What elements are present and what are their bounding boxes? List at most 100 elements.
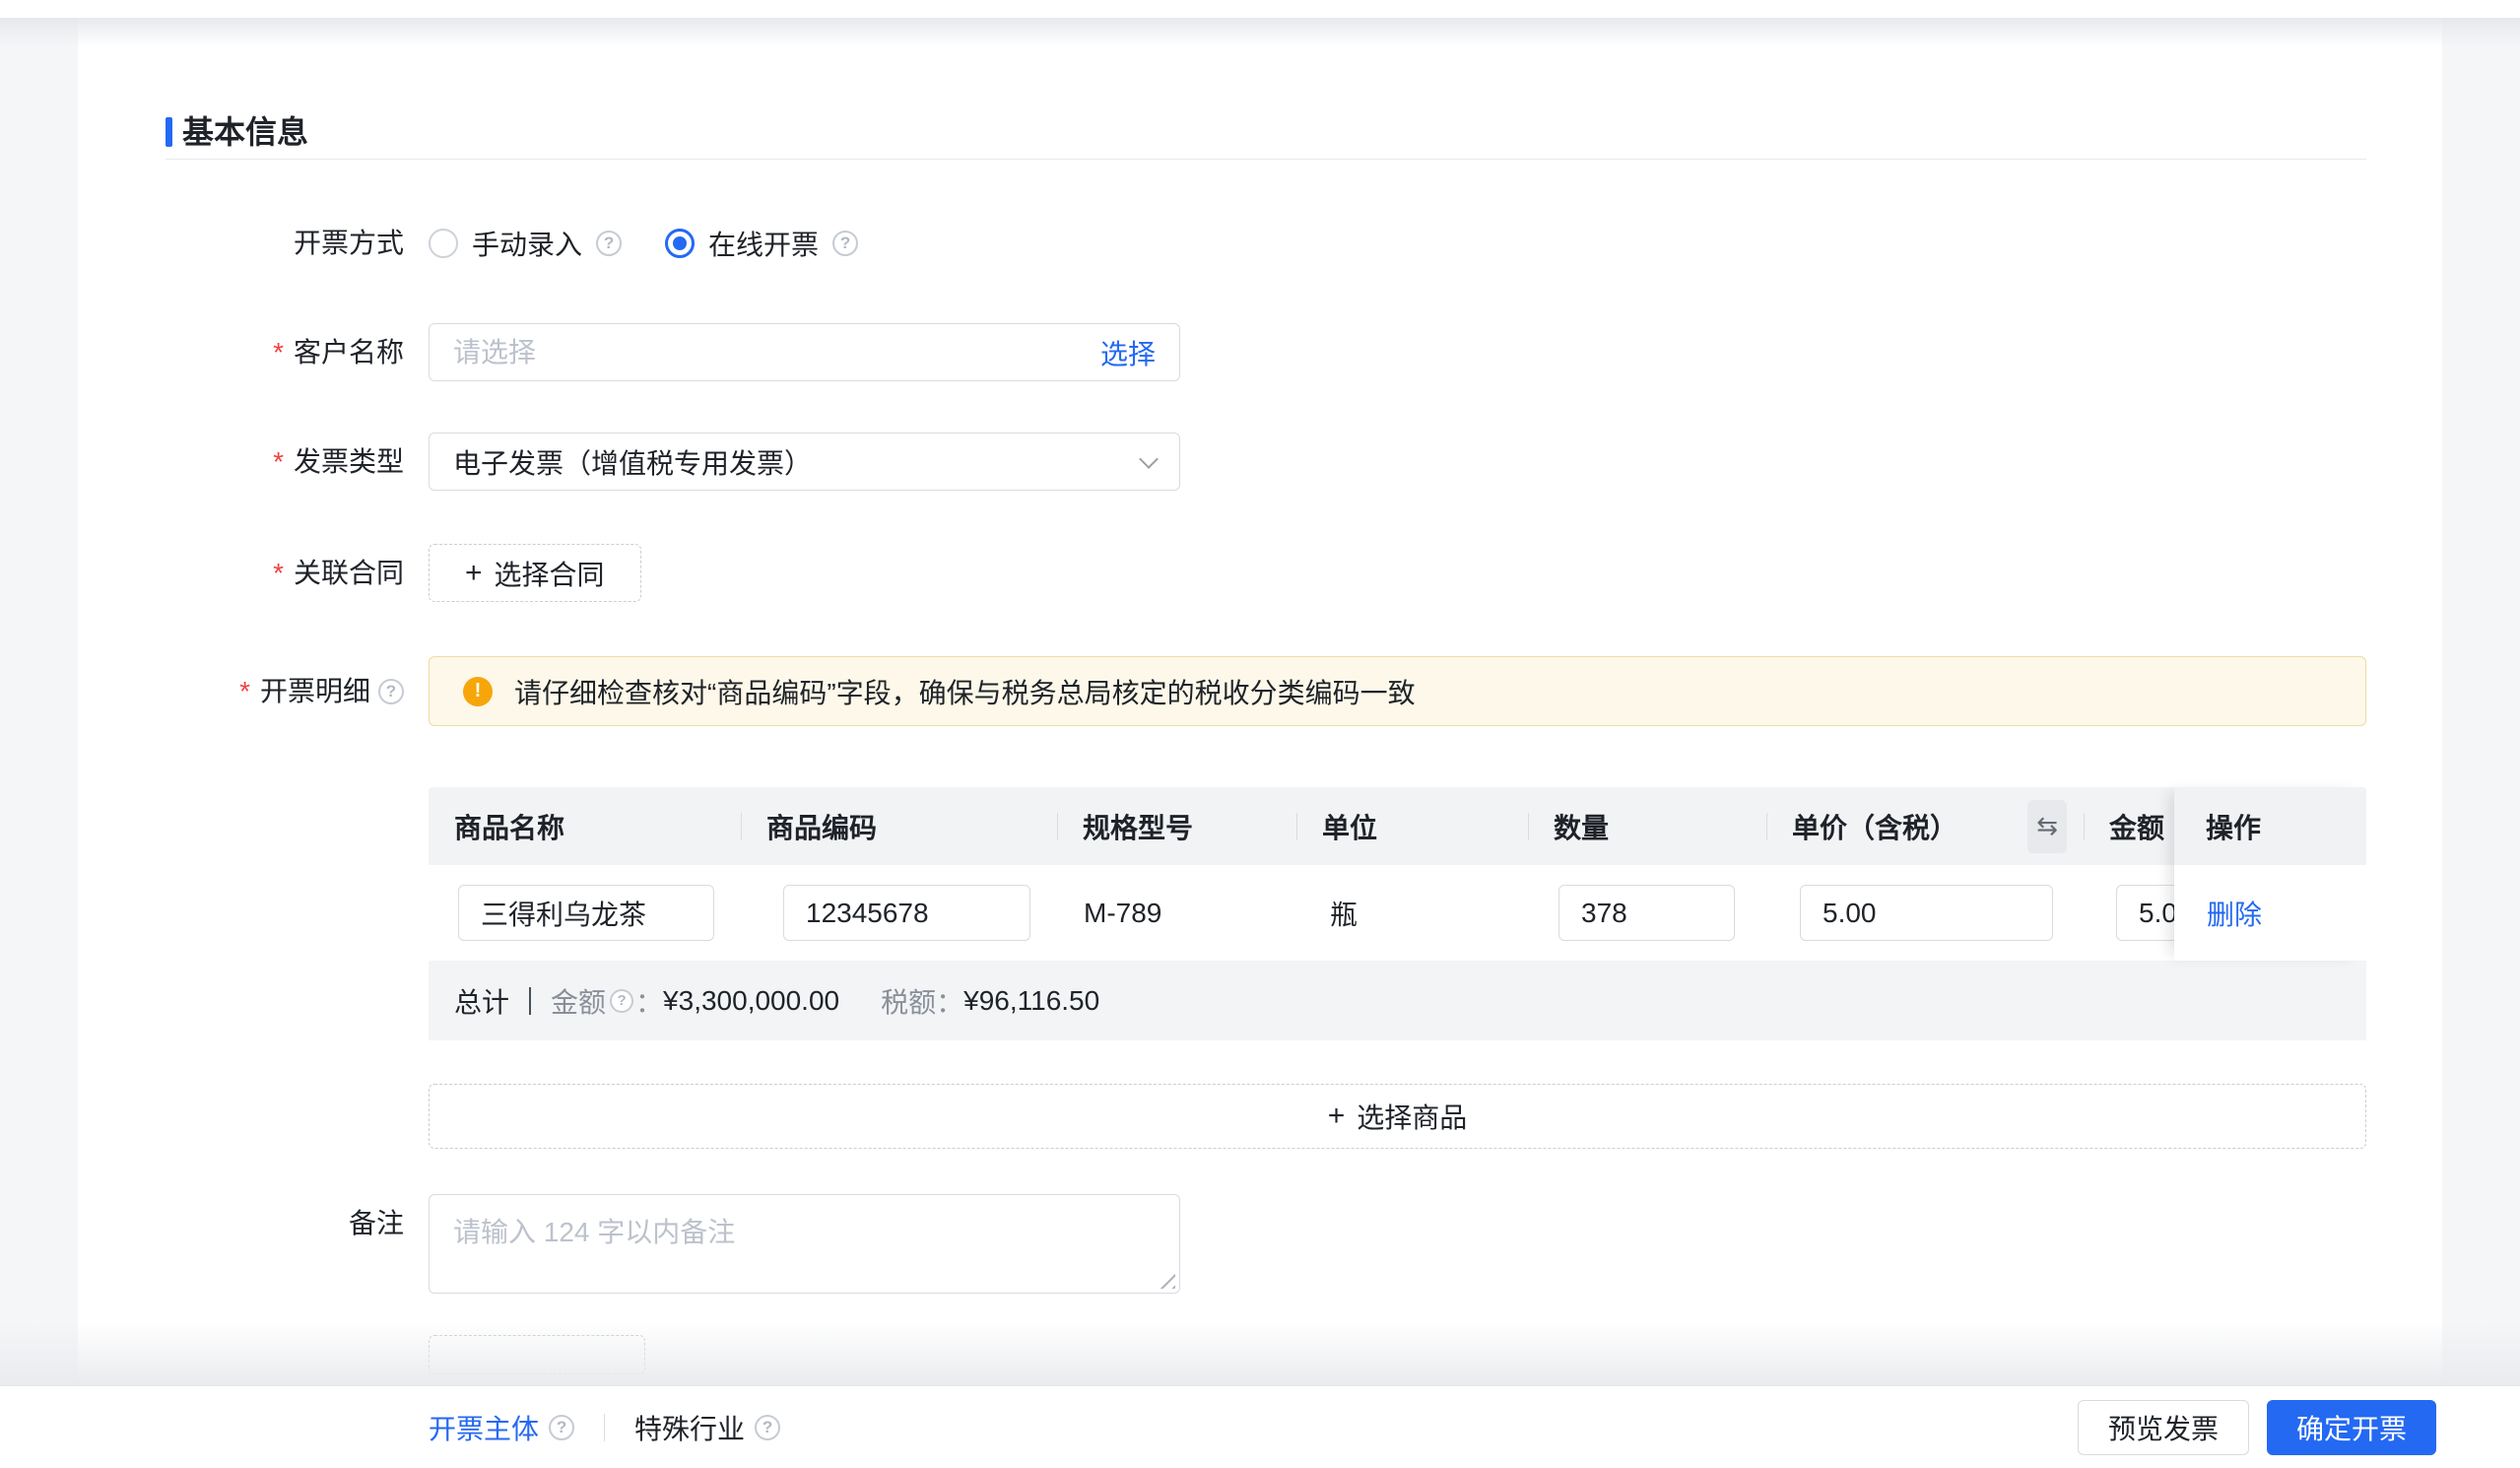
totals-amount-label: 金额 [551, 981, 606, 1021]
basic-info-card: 基本信息 开票方式 手动录入 ? 在线开票 ? [78, 18, 2442, 1385]
invoice-method-label-cell: 开票方式 [78, 226, 429, 261]
customer-name-row: * 客户名称 选择 [78, 323, 2442, 381]
help-icon[interactable]: ? [610, 989, 633, 1013]
totals-amount-value: ¥3,300,000.00 [663, 985, 839, 1017]
remark-row: 备注 [78, 1194, 2442, 1294]
help-icon[interactable]: ? [378, 679, 404, 704]
warning-icon: ! [463, 677, 493, 706]
col-header-amount: 金额 [2084, 787, 2174, 865]
invoice-type-select[interactable]: 电子发票（增值税专用发票） [429, 433, 1180, 491]
totals-tax-colon: ： [936, 981, 963, 1021]
col-header-spec: 规格型号 [1057, 787, 1296, 865]
clipped-dashed-button[interactable] [429, 1335, 645, 1374]
col-header-product-name: 商品名称 [429, 787, 741, 865]
remark-textarea[interactable] [430, 1195, 1179, 1293]
required-asterisk: * [273, 335, 284, 370]
product-detail-table: 商品名称 商品编码 规格型号 单位 数量 单价（含税） ⇆ 金额 [429, 787, 2366, 1040]
section-title: 基本信息 [166, 18, 2442, 150]
help-icon[interactable]: ? [549, 1415, 574, 1440]
quantity-input[interactable] [1581, 898, 1712, 929]
invoice-details-control: ! 请仔细检查核对“商品编码”字段，确保与税务总局核定的税收分类编码一致 商品名… [429, 656, 2366, 1149]
select-contract-button[interactable]: + 选择合同 [429, 544, 641, 602]
product-code-cell [783, 885, 1030, 941]
customer-select-link[interactable]: 选择 [1100, 333, 1156, 372]
plus-icon: + [465, 559, 483, 588]
required-asterisk: * [273, 556, 284, 591]
totals-amount-colon: ： [635, 981, 663, 1021]
totals-row: 总计 金额 ? ： ¥3,300,000.00 税额 ： ¥96,116.50 [429, 961, 2366, 1040]
delete-row-link[interactable]: 删除 [2207, 894, 2262, 933]
product-code-input[interactable] [806, 898, 1008, 929]
invoice-details-label-cell: * 开票明细 ? [78, 656, 429, 709]
invoice-subject-link[interactable]: 开票主体 ? [429, 1408, 574, 1447]
radio-option-online-label[interactable]: 在线开票 [708, 224, 819, 263]
remark-textarea-wrap [429, 1194, 1180, 1294]
invoice-method-radio-group: 手动录入 ? 在线开票 ? [429, 224, 858, 263]
unit-value: 瓶 [1330, 865, 1358, 961]
add-product-button[interactable]: + 选择商品 [429, 1084, 2366, 1149]
preview-invoice-button[interactable]: 预览发票 [2078, 1400, 2249, 1455]
fixed-operation-column: 操作 删除 [2174, 787, 2366, 961]
special-industry-link[interactable]: 特殊行业 ? [634, 1408, 780, 1447]
footer-buttons: 预览发票 确定开票 [2078, 1400, 2436, 1455]
unit-price-input[interactable] [1823, 898, 2030, 929]
related-contract-row: * 关联合同 + 选择合同 [78, 544, 2442, 602]
customer-name-input[interactable] [453, 337, 1100, 368]
table-row: M-789 瓶 [429, 865, 2366, 961]
footer-bar: 开票主体 ? 特殊行业 ? 预览发票 确定开票 [0, 1385, 2520, 1468]
related-contract-label: 关联合同 [294, 556, 404, 591]
totals-divider [529, 987, 531, 1015]
help-icon[interactable]: ? [596, 231, 622, 256]
title-accent-bar [166, 117, 172, 147]
invoice-type-row: * 发票类型 电子发票（增值税专用发票） [78, 433, 2442, 491]
select-contract-button-label: 选择合同 [495, 554, 605, 593]
totals-tax-label: 税额 [881, 981, 936, 1021]
radio-selected-icon[interactable] [665, 229, 695, 258]
quantity-cell [1558, 885, 1735, 941]
unit-price-cell [1800, 885, 2053, 941]
invoice-type-label-cell: * 发票类型 [78, 444, 429, 480]
product-name-input[interactable] [481, 898, 692, 929]
title-divider [166, 159, 2366, 160]
invoice-form: 开票方式 手动录入 ? 在线开票 ? [78, 226, 2442, 1374]
plus-icon: + [1328, 1101, 1346, 1131]
col-header-quantity: 数量 [1528, 787, 1766, 865]
table-header-row: 商品名称 商品编码 规格型号 单位 数量 单价（含税） ⇆ 金额 [429, 787, 2366, 865]
invoice-details-row: * 开票明细 ? ! 请仔细检查核对“商品编码”字段，确保与税务总局核定的税收分… [78, 656, 2442, 1149]
col-header-product-code: 商品编码 [741, 787, 1057, 865]
warning-banner: ! 请仔细检查核对“商品编码”字段，确保与税务总局核定的税收分类编码一致 [429, 656, 2366, 726]
col-header-unit: 单位 [1296, 787, 1528, 865]
invoice-details-label: 开票明细 [260, 674, 370, 709]
invoice-subject-label[interactable]: 开票主体 [429, 1408, 539, 1447]
special-industry-label[interactable]: 特殊行业 [634, 1408, 745, 1447]
customer-name-label-cell: * 客户名称 [78, 335, 429, 370]
spec-value: M-789 [1084, 865, 1161, 961]
confirm-invoice-button[interactable]: 确定开票 [2267, 1400, 2436, 1455]
col-header-operation: 操作 [2174, 787, 2366, 865]
warning-text: 请仔细检查核对“商品编码”字段，确保与税务总局核定的税收分类编码一致 [514, 672, 1416, 711]
radio-option-manual-label[interactable]: 手动录入 [472, 224, 582, 263]
remark-label: 备注 [349, 1206, 404, 1241]
top-header-remnant [0, 0, 2520, 18]
customer-name-label: 客户名称 [294, 335, 404, 370]
invoice-type-label: 发票类型 [294, 444, 404, 480]
totals-tax-value: ¥96,116.50 [963, 985, 1099, 1017]
footer-links: 开票主体 ? 特殊行业 ? [429, 1408, 780, 1447]
chevron-down-icon [1139, 449, 1159, 469]
radio-option-online[interactable]: 在线开票 ? [665, 224, 858, 263]
required-asterisk: * [239, 674, 250, 709]
invoice-method-row: 开票方式 手动录入 ? 在线开票 ? [78, 226, 2442, 261]
radio-unselected-icon[interactable] [429, 229, 458, 258]
invoice-method-label: 开票方式 [294, 226, 404, 261]
help-icon[interactable]: ? [755, 1415, 780, 1440]
radio-option-manual[interactable]: 手动录入 ? [429, 224, 622, 263]
product-name-cell [458, 885, 714, 941]
help-icon[interactable]: ? [832, 231, 858, 256]
totals-label: 总计 [454, 981, 509, 1021]
related-contract-label-cell: * 关联合同 [78, 556, 429, 591]
customer-name-input-wrap: 选择 [429, 323, 1180, 381]
swap-price-amount-icon[interactable]: ⇆ [2027, 800, 2067, 853]
remark-label-cell: 备注 [78, 1194, 429, 1241]
operation-cell: 删除 [2174, 865, 2366, 961]
invoice-type-value: 电子发票（增值税专用发票） [453, 442, 1142, 482]
